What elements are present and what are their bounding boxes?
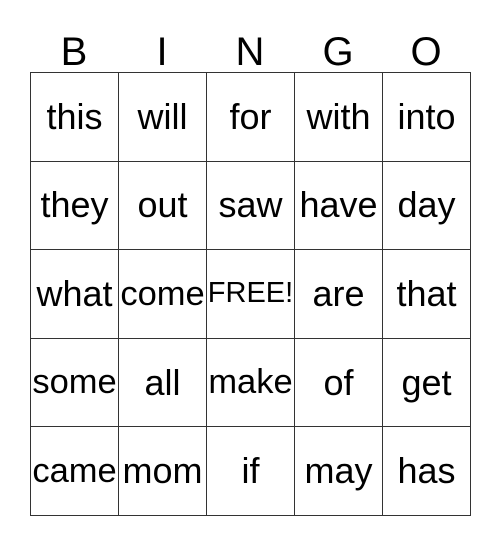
bingo-grid: this will for with into they out saw hav… (30, 72, 471, 516)
bingo-cell[interactable]: saw (207, 161, 295, 251)
bingo-cell[interactable]: have (295, 161, 383, 251)
bingo-header-letter-b: B (30, 18, 118, 72)
bingo-cell[interactable]: for (207, 73, 295, 162)
bingo-cell-label: out (137, 184, 188, 226)
bingo-cell-label: this (46, 95, 103, 137)
bingo-cell[interactable]: are (295, 250, 383, 339)
bingo-row: what come FREE! are that (31, 250, 471, 339)
bingo-cell[interactable]: mom (119, 427, 207, 516)
bingo-row: they out saw have day (31, 161, 471, 251)
bingo-header-letter-o: O (382, 18, 470, 72)
bingo-cell[interactable]: come (119, 250, 207, 339)
bingo-row: this will for with into (31, 73, 471, 162)
bingo-cell-label: mom (122, 450, 203, 492)
bingo-cell-label: for (229, 95, 272, 137)
bingo-cell-label: what (36, 272, 113, 314)
bingo-cell-label: came (32, 451, 117, 490)
bingo-card: B I N G O this will for with into they o… (30, 18, 471, 516)
bingo-cell-label: into (397, 95, 456, 137)
bingo-header-letter-i: I (118, 18, 206, 72)
header-letter-label: O (410, 30, 442, 74)
bingo-cell-label: if (241, 450, 260, 492)
bingo-cell[interactable]: with (295, 73, 383, 162)
bingo-cell-label: will (137, 95, 188, 137)
bingo-row: some all make of get (31, 338, 471, 428)
header-letter-label: G (322, 30, 354, 74)
bingo-free-space-label: FREE! (207, 277, 294, 310)
bingo-cell[interactable]: day (383, 161, 471, 251)
bingo-cell-label: saw (218, 184, 283, 226)
bingo-header-letter-n: N (206, 18, 294, 72)
bingo-cell-label: that (396, 272, 457, 314)
bingo-cell-label: with (306, 95, 371, 137)
bingo-cell[interactable]: has (383, 427, 471, 516)
bingo-cell[interactable]: if (207, 427, 295, 516)
bingo-cell-label: are (312, 272, 365, 314)
bingo-cell[interactable]: came (31, 427, 119, 516)
bingo-cell[interactable]: will (119, 73, 207, 162)
bingo-cell-label: they (40, 184, 109, 226)
header-letter-label: N (235, 30, 265, 74)
bingo-cell[interactable]: make (207, 338, 295, 428)
header-letter-label: B (60, 30, 88, 74)
bingo-cell[interactable]: all (119, 338, 207, 428)
bingo-row: came mom if may has (31, 427, 471, 516)
bingo-header-letter-g: G (294, 18, 382, 72)
bingo-cell-label: all (144, 361, 181, 403)
bingo-cell[interactable]: into (383, 73, 471, 162)
bingo-cell[interactable]: of (295, 338, 383, 428)
bingo-free-space-cell[interactable]: FREE! (207, 250, 295, 339)
bingo-cell[interactable]: this (31, 73, 119, 162)
header-letter-label: I (156, 30, 168, 74)
bingo-cell-label: get (401, 361, 452, 403)
bingo-cell[interactable]: some (31, 338, 119, 428)
bingo-cell[interactable]: that (383, 250, 471, 339)
bingo-cell[interactable]: may (295, 427, 383, 516)
bingo-cell-label: day (397, 184, 456, 226)
bingo-cell[interactable]: get (383, 338, 471, 428)
bingo-cell-label: make (208, 363, 293, 402)
bingo-header-row: B I N G O (30, 18, 470, 72)
bingo-cell-label: of (323, 361, 354, 403)
bingo-cell[interactable]: they (31, 161, 119, 251)
bingo-cell[interactable]: out (119, 161, 207, 251)
bingo-cell-label: have (299, 184, 378, 226)
bingo-cell-label: has (397, 450, 456, 492)
bingo-cell-label: may (304, 450, 373, 492)
bingo-cell-label: come (120, 274, 205, 313)
bingo-cell-label: some (32, 363, 117, 402)
bingo-cell[interactable]: what (31, 250, 119, 339)
